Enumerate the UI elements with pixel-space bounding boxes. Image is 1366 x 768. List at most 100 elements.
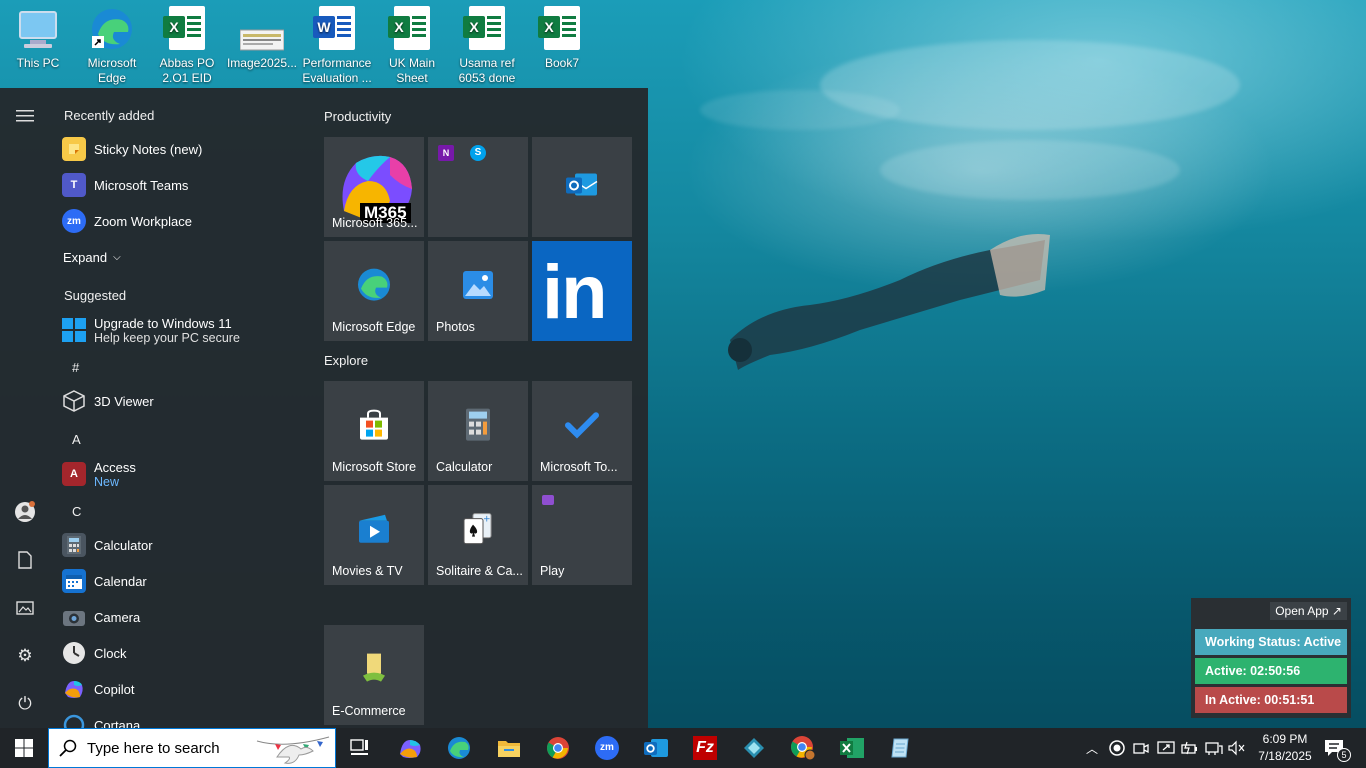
notification-center-icon[interactable]: 5 bbox=[1321, 734, 1351, 762]
tile-photos[interactable]: Photos bbox=[428, 241, 528, 341]
copilot-taskbar-icon[interactable] bbox=[396, 734, 424, 762]
desktop-icon-this-pc[interactable]: This PC bbox=[0, 6, 76, 71]
tile-calculator[interactable]: Calculator bbox=[428, 381, 528, 481]
tile-office-folder[interactable]: N S bbox=[428, 137, 528, 237]
network-icon[interactable] bbox=[1205, 740, 1223, 756]
app-label: Sticky Notes (new) bbox=[94, 141, 203, 157]
notepad-icon[interactable] bbox=[887, 734, 915, 762]
app-item-calendar[interactable]: Calendar bbox=[62, 563, 147, 599]
icon-label: Book7 bbox=[544, 56, 580, 70]
app-label: Calculator bbox=[94, 537, 153, 553]
tile-e-commerce[interactable]: E-Commerce bbox=[324, 625, 424, 725]
tile-microsoft-todo[interactable]: Microsoft To... bbox=[532, 381, 632, 481]
clock-date: 7/18/2025 bbox=[1258, 749, 1312, 763]
meeting-camera-icon[interactable] bbox=[1133, 740, 1149, 756]
icon-label: This PC bbox=[16, 56, 60, 70]
desktop-icon-uk-main-sheet[interactable]: X UK Main Sheet bbox=[374, 6, 450, 86]
letter-heading-c[interactable]: C bbox=[72, 504, 81, 519]
tile-microsoft-365[interactable]: M365 Microsoft 365... bbox=[324, 137, 424, 237]
wave-highlight bbox=[700, 90, 900, 130]
image-file-icon bbox=[239, 6, 285, 52]
documents-icon[interactable] bbox=[13, 548, 37, 572]
icon-label: Usama ref 6053 done bbox=[458, 56, 516, 85]
chrome-icon[interactable] bbox=[544, 734, 572, 762]
excel-taskbar-icon[interactable] bbox=[838, 734, 866, 762]
app-item-access[interactable]: A Access New bbox=[62, 454, 136, 494]
zoom-taskbar-icon[interactable]: zm bbox=[593, 734, 621, 762]
open-app-button[interactable]: Open App ↗ bbox=[1270, 602, 1347, 620]
app-diamond-icon[interactable] bbox=[740, 734, 768, 762]
letter-heading-a[interactable]: A bbox=[72, 432, 81, 447]
volume-muted-icon[interactable] bbox=[1228, 740, 1246, 756]
taskbar-clock[interactable]: 6:09 PM 7/18/2025 bbox=[1250, 731, 1320, 765]
excel-file-icon: X bbox=[538, 6, 584, 52]
diver-image bbox=[728, 234, 1050, 370]
screen-share-icon[interactable] bbox=[1157, 740, 1175, 756]
access-icon: A bbox=[62, 462, 86, 486]
calculator-icon bbox=[62, 533, 86, 557]
app-item-zoom[interactable]: zm Zoom Workplace bbox=[62, 203, 192, 239]
cube-icon bbox=[62, 389, 86, 413]
icon-label: Microsoft Edge bbox=[87, 56, 137, 85]
app-item-sticky-notes[interactable]: Sticky Notes (new) bbox=[62, 131, 202, 167]
tile-microsoft-edge[interactable]: Microsoft Edge bbox=[324, 241, 424, 341]
record-icon[interactable] bbox=[1109, 740, 1125, 756]
expand-button[interactable]: Expand ⌵ bbox=[63, 239, 121, 275]
edge-icon bbox=[357, 268, 391, 307]
computer-icon bbox=[16, 6, 60, 52]
outlook-taskbar-icon[interactable] bbox=[642, 734, 670, 762]
show-hidden-icons-chevron-icon[interactable]: ︿ bbox=[1086, 740, 1098, 757]
battery-power-icon[interactable] bbox=[1181, 740, 1199, 756]
ecommerce-folder-icon bbox=[359, 652, 389, 691]
task-view-icon[interactable] bbox=[346, 734, 374, 762]
tile-label: Play bbox=[540, 564, 565, 578]
tile-play-folder[interactable]: Play bbox=[532, 485, 632, 585]
desktop-icon-performance-evaluation[interactable]: W Performance Evaluation ... bbox=[299, 6, 375, 86]
app-item-cortana[interactable]: Cortana bbox=[62, 707, 140, 728]
group-title-explore[interactable]: Explore bbox=[324, 353, 368, 368]
working-status-row: Working Status: Active bbox=[1195, 629, 1347, 655]
taskbar-search-box[interactable]: Type here to search bbox=[48, 728, 336, 768]
app-label: Camera bbox=[94, 609, 141, 625]
desktop-icon-book7[interactable]: X Book7 bbox=[524, 6, 600, 71]
user-account-icon[interactable] bbox=[13, 500, 37, 524]
app-label: Cortana bbox=[94, 717, 141, 729]
edge-taskbar-icon[interactable] bbox=[445, 734, 473, 762]
filezilla-icon[interactable]: Fz bbox=[691, 734, 719, 762]
desktop-icon-edge[interactable]: Microsoft Edge bbox=[74, 6, 150, 86]
tile-linkedin[interactable]: in bbox=[532, 241, 632, 341]
tile-solitaire[interactable]: + Solitaire & Ca... bbox=[428, 485, 528, 585]
sticky-notes-icon bbox=[62, 137, 86, 161]
app-item-3d-viewer[interactable]: 3D Viewer bbox=[62, 383, 154, 419]
chrome-profile-icon[interactable] bbox=[789, 734, 817, 762]
svg-text:+: + bbox=[483, 515, 491, 525]
tile-outlook[interactable] bbox=[532, 137, 632, 237]
app-item-copilot[interactable]: Copilot bbox=[62, 671, 134, 707]
onenote-icon: N bbox=[438, 145, 454, 161]
app-item-clock[interactable]: Clock bbox=[62, 635, 127, 671]
desktop-icon-image2025[interactable]: Image2025... bbox=[224, 6, 300, 71]
desktop-icon-abbas-po[interactable]: X Abbas PO 2.O1 EID bbox=[149, 6, 225, 86]
app-item-camera[interactable]: Camera bbox=[62, 599, 140, 635]
edge-icon bbox=[90, 6, 134, 52]
power-icon[interactable]: ⏻ bbox=[13, 692, 37, 716]
tile-movies-tv[interactable]: Movies & TV bbox=[324, 485, 424, 585]
desktop-icon-usama-ref[interactable]: X Usama ref 6053 done bbox=[449, 6, 525, 86]
file-explorer-icon[interactable] bbox=[495, 734, 523, 762]
app-item-teams[interactable]: T Microsoft Teams bbox=[62, 167, 188, 203]
start-button[interactable] bbox=[0, 728, 48, 768]
chevron-down-icon: ⌵ bbox=[113, 251, 121, 263]
tile-label: Calculator bbox=[436, 460, 493, 474]
app-item-calculator[interactable]: Calculator bbox=[62, 527, 153, 563]
tile-microsoft-store[interactable]: Microsoft Store bbox=[324, 381, 424, 481]
group-title-productivity[interactable]: Productivity bbox=[324, 109, 391, 124]
cortana-icon bbox=[62, 713, 86, 728]
store-icon bbox=[357, 408, 391, 447]
excel-file-icon: X bbox=[463, 6, 509, 52]
suggestion-upgrade-windows[interactable]: Upgrade to Windows 11 Help keep your PC … bbox=[62, 310, 240, 350]
settings-gear-icon[interactable]: ⚙ bbox=[13, 644, 37, 668]
hamburger-menu-icon[interactable] bbox=[13, 104, 37, 128]
letter-heading-hash[interactable]: # bbox=[72, 360, 79, 375]
camera-icon bbox=[62, 605, 86, 629]
pictures-icon[interactable] bbox=[13, 596, 37, 620]
